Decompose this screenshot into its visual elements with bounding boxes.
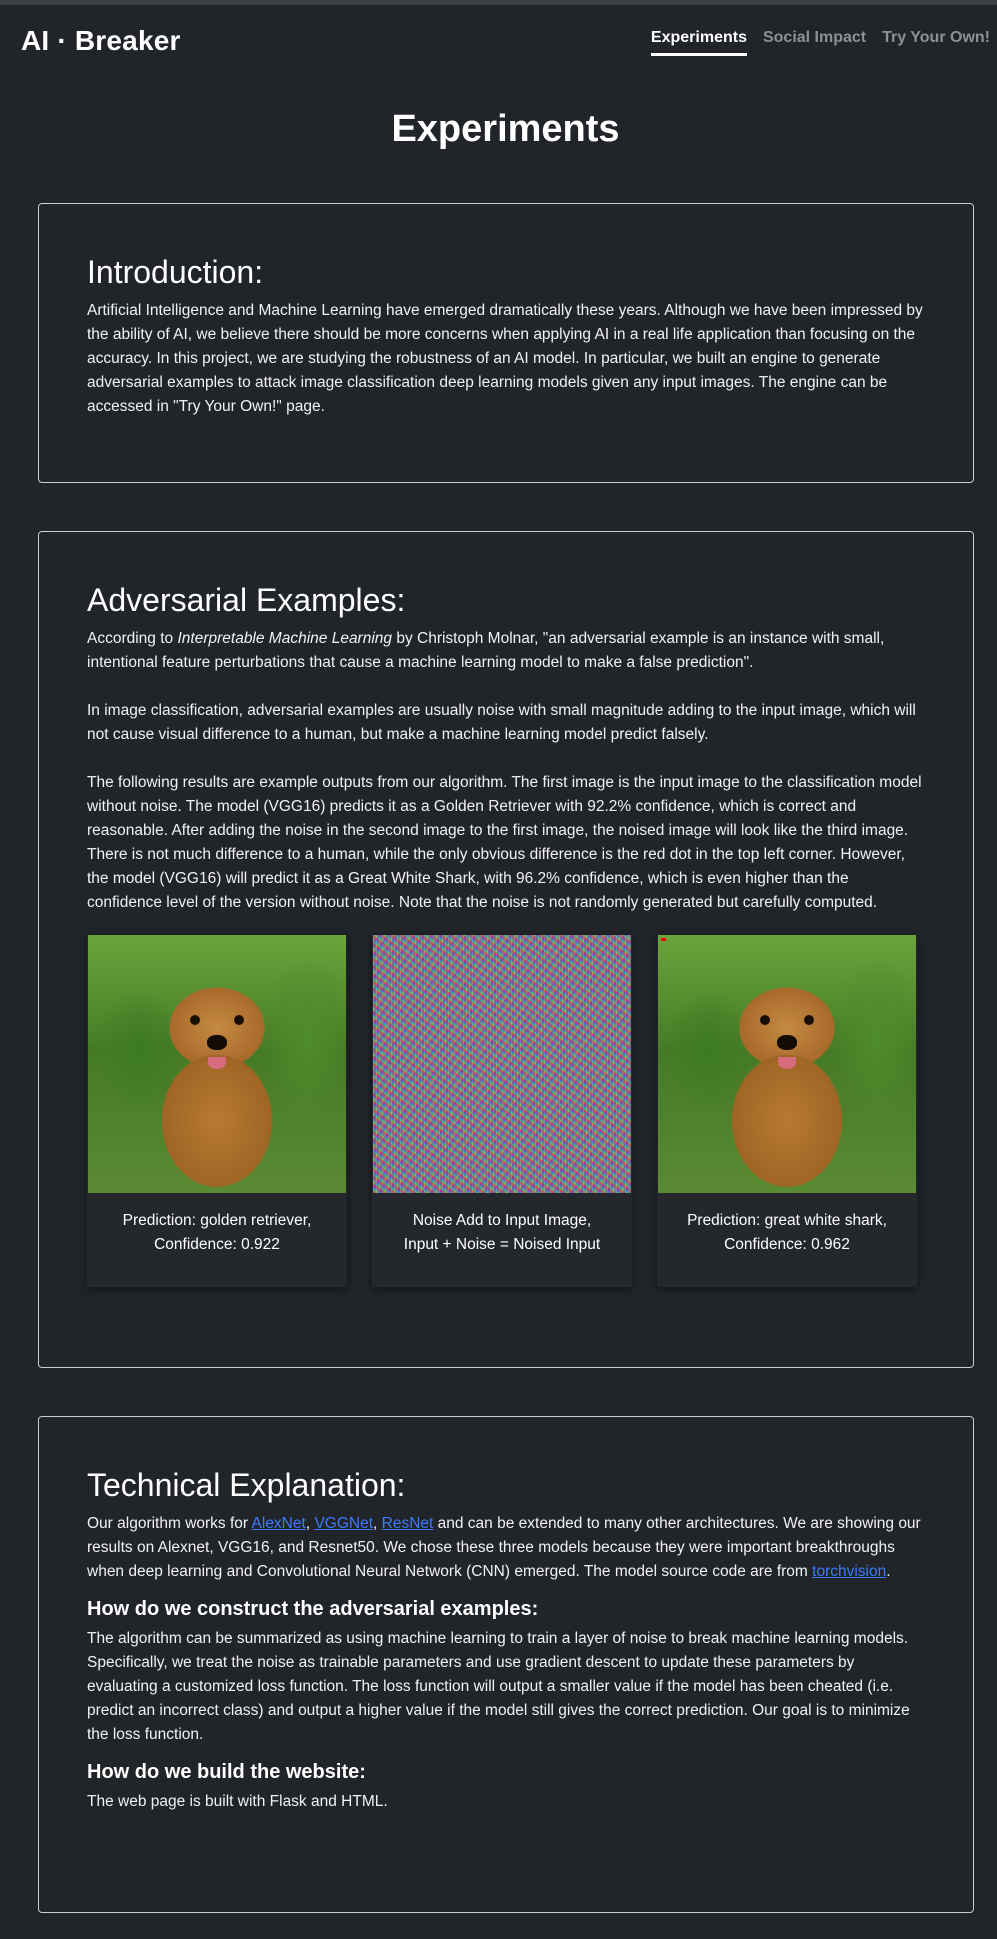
- nav-link-try-your-own[interactable]: Try Your Own!: [882, 29, 990, 56]
- vggnet-link[interactable]: VGGNet: [314, 1515, 373, 1532]
- technical-heading: Technical Explanation:: [87, 1467, 406, 1503]
- adversarial-paragraph-3: The following results are example output…: [87, 773, 922, 911]
- noised-image-card: Prediction: great white shark, Confidenc…: [657, 934, 917, 1287]
- alexnet-link[interactable]: AlexNet: [252, 1515, 306, 1532]
- caption-line: Confidence: 0.922: [154, 1235, 280, 1253]
- text-span: .: [886, 1562, 891, 1580]
- noise-image-card: Noise Add to Input Image, Input + Noise …: [372, 934, 632, 1287]
- noised-image-caption: Prediction: great white shark, Confidenc…: [657, 1193, 917, 1287]
- intro-heading: Introduction:: [87, 254, 264, 290]
- dog-eye: [760, 1014, 770, 1025]
- golden-retriever-image: [88, 934, 346, 1193]
- dog-nose: [777, 1034, 797, 1050]
- dog-eye: [190, 1014, 200, 1025]
- technical-card: Technical Explanation: Our algorithm wor…: [38, 1416, 974, 1913]
- resnet-link[interactable]: ResNet: [382, 1515, 434, 1532]
- intro-text: Artificial Intelligence and Machine Lear…: [87, 301, 923, 415]
- noise-image: [373, 934, 631, 1193]
- website-subheading: How do we build the website:: [87, 1760, 366, 1783]
- input-image-caption: Prediction: golden retriever, Confidence…: [87, 1193, 347, 1287]
- page-title: Experiments: [391, 108, 620, 150]
- adversarial-paragraph-2: In image classification, adversarial exa…: [87, 701, 916, 743]
- nav-link-experiments[interactable]: Experiments: [650, 29, 747, 56]
- p1-text-before: According to: [87, 629, 178, 647]
- adversarial-paragraph-1: According to Interpretable Machine Learn…: [87, 627, 925, 675]
- book-title: Interpretable Machine Learning: [177, 629, 393, 647]
- nav-link-social-impact[interactable]: Social Impact: [763, 29, 866, 56]
- torchvision-link[interactable]: torchvision: [812, 1563, 886, 1580]
- brand-logo[interactable]: AI · Breaker: [21, 25, 181, 57]
- dog-tongue: [208, 1056, 226, 1069]
- adversarial-card: Adversarial Examples: According to Inter…: [38, 531, 974, 1368]
- red-dot-marker: [661, 937, 666, 941]
- technical-paragraph-1: Our algorithm works for AlexNet, VGGNet,…: [87, 1512, 925, 1584]
- caption-line: Input + Noise = Noised Input: [403, 1235, 601, 1253]
- example-gallery: Prediction: golden retriever, Confidence…: [87, 934, 925, 1287]
- caption-line: Confidence: 0.962: [724, 1235, 850, 1253]
- website-paragraph: The web page is built with Flask and HTM…: [87, 1792, 388, 1810]
- noise-image-caption: Noise Add to Input Image, Input + Noise …: [372, 1193, 632, 1287]
- text-span: Our algorithm works for: [87, 1514, 252, 1532]
- dog-eye: [234, 1014, 244, 1025]
- caption-line: Noise Add to Input Image,: [412, 1211, 592, 1229]
- navbar: AI · Breaker Experiments Social Impact T…: [0, 5, 997, 75]
- dog-tongue: [778, 1056, 796, 1069]
- construct-paragraph: The algorithm can be summarized as using…: [87, 1629, 910, 1743]
- construct-subheading: How do we construct the adversarial exam…: [87, 1597, 539, 1620]
- dog-eye: [804, 1014, 814, 1025]
- caption-line: Prediction: golden retriever,: [122, 1211, 312, 1229]
- text-span: ,: [373, 1514, 382, 1532]
- intro-card: Introduction: Artificial Intelligence an…: [38, 203, 974, 483]
- noised-golden-retriever-image: [658, 934, 916, 1193]
- adversarial-heading: Adversarial Examples:: [87, 582, 406, 618]
- input-image-card: Prediction: golden retriever, Confidence…: [87, 934, 347, 1287]
- caption-line: Prediction: great white shark,: [687, 1211, 887, 1229]
- nav-links: Experiments Social Impact Try Your Own!: [650, 29, 990, 56]
- dog-nose: [207, 1034, 227, 1050]
